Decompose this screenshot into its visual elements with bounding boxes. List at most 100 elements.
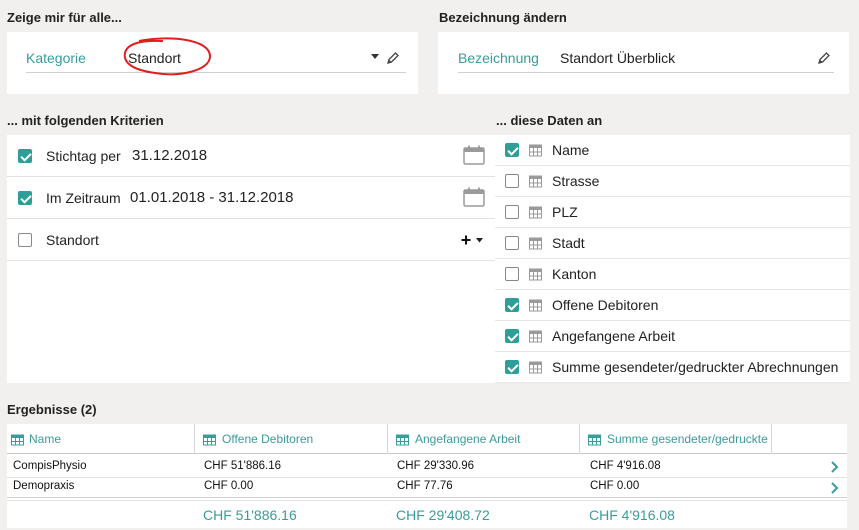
column-icon xyxy=(529,361,542,373)
data-field-label: Offene Debitoren xyxy=(552,297,659,313)
plus-icon[interactable] xyxy=(461,235,471,245)
calendar-icon[interactable] xyxy=(463,145,485,165)
chevron-right-icon[interactable] xyxy=(830,482,840,494)
checkbox[interactable] xyxy=(18,190,32,205)
column-icon xyxy=(529,175,542,187)
data-field-label: Kanton xyxy=(552,266,597,282)
data-field-item[interactable]: Strasse xyxy=(495,166,850,197)
column-header-label: Angefangene Arbeit xyxy=(415,432,521,446)
column-header-open-receivables[interactable]: Offene Debitoren xyxy=(195,424,388,454)
total-billed-sum: CHF 4'916.08 xyxy=(589,507,675,523)
data-field-item[interactable]: Kanton xyxy=(495,259,850,290)
show-for-title: Zeige mir für alle... xyxy=(7,10,122,25)
column-icon-wrap xyxy=(529,361,542,374)
column-header-work-in-progress[interactable]: Angefangene Arbeit xyxy=(388,424,580,454)
data-field-item[interactable]: Summe gesendeter/gedruckter Abrechnungen xyxy=(495,352,850,383)
category-field[interactable]: Kategorie Standort xyxy=(26,43,406,73)
column-icon-wrap xyxy=(529,175,542,188)
chevron-down-icon[interactable] xyxy=(371,54,379,60)
chevron-right-icon[interactable] xyxy=(830,461,840,473)
pencil-icon[interactable] xyxy=(817,51,831,65)
column-header-label: Summe gesendeter/gedruckte xyxy=(607,432,768,446)
name-field[interactable]: Bezeichnung Standort Überblick xyxy=(458,43,834,73)
checkbox[interactable] xyxy=(505,267,519,281)
table-column-icon xyxy=(203,434,216,445)
column-icon-wrap xyxy=(529,330,542,343)
cell-billed-sum: CHF 4'916.08 xyxy=(590,460,661,472)
cell-open-receivables: CHF 0.00 xyxy=(204,480,254,492)
column-icon-wrap xyxy=(529,268,542,281)
table-column-icon xyxy=(588,434,601,445)
pencil-icon[interactable] xyxy=(386,51,400,65)
checkbox[interactable] xyxy=(505,205,519,219)
criteria-row[interactable]: Im Zeitraum 01.01.2018 - 31.12.2018 xyxy=(7,177,495,219)
checkbox[interactable] xyxy=(505,174,519,188)
column-icon-wrap xyxy=(529,237,542,250)
data-field-item[interactable]: Offene Debitoren xyxy=(495,290,850,321)
column-icon-wrap xyxy=(529,144,542,157)
total-work-in-progress: CHF 29'408.72 xyxy=(396,507,490,523)
column-icon xyxy=(529,144,542,156)
rename-title: Bezeichnung ändern xyxy=(439,10,567,25)
criteria-row[interactable]: Standort xyxy=(7,219,495,261)
data-field-item[interactable]: Angefangene Arbeit xyxy=(495,321,850,352)
cell-work-in-progress: CHF 29'330.96 xyxy=(397,460,474,472)
data-title: ... diese Daten an xyxy=(496,113,603,128)
category-label: Kategorie xyxy=(26,49,86,66)
category-panel: Kategorie Standort xyxy=(7,32,418,94)
criteria-row[interactable]: Stichtag per 31.12.2018 xyxy=(7,135,495,177)
criteria-value[interactable]: 31.12.2018 xyxy=(132,147,207,164)
column-header-billed-sum[interactable]: Summe gesendeter/gedruckte xyxy=(580,424,772,454)
criteria-panel: Stichtag per 31.12.2018 Im Zeitraum 01.0… xyxy=(7,135,495,383)
cell-work-in-progress: CHF 77.76 xyxy=(397,480,453,492)
name-input[interactable]: Standort Überblick xyxy=(560,50,675,66)
column-icon xyxy=(529,268,542,280)
column-icon xyxy=(529,330,542,342)
cell-open-receivables: CHF 51'886.16 xyxy=(204,460,281,472)
cell-billed-sum: CHF 0.00 xyxy=(590,480,640,492)
criteria-label: Standort xyxy=(46,231,99,248)
checkbox[interactable] xyxy=(18,232,32,247)
table-row[interactable]: CompisPhysio CHF 51'886.16 CHF 29'330.96… xyxy=(7,456,847,477)
cell-name: Demopraxis xyxy=(13,480,75,492)
rename-panel: Bezeichnung Standort Überblick xyxy=(438,32,849,94)
data-field-label: Name xyxy=(552,142,590,158)
column-icon xyxy=(529,299,542,311)
cell-name: CompisPhysio xyxy=(13,460,87,472)
data-field-item[interactable]: Name xyxy=(495,135,850,166)
criteria-value[interactable]: 01.01.2018 - 31.12.2018 xyxy=(130,189,293,206)
table-column-icon xyxy=(11,434,24,445)
column-icon xyxy=(529,237,542,249)
data-field-label: Summe gesendeter/gedruckter Abrechnungen xyxy=(552,359,839,375)
data-field-label: Angefangene Arbeit xyxy=(552,328,675,344)
data-field-label: Stadt xyxy=(552,235,585,251)
criteria-title: ... mit folgenden Kriterien xyxy=(7,113,164,128)
checkbox[interactable] xyxy=(505,298,519,312)
column-header-name[interactable]: Name xyxy=(7,424,195,454)
totals-divider xyxy=(7,500,847,501)
criteria-label: Stichtag per xyxy=(46,147,121,164)
table-row[interactable]: Demopraxis CHF 0.00 CHF 77.76 CHF 0.00 xyxy=(7,478,847,499)
data-field-item[interactable]: PLZ xyxy=(495,197,850,228)
table-column-icon xyxy=(396,434,409,445)
results-title: Ergebnisse (2) xyxy=(7,402,97,417)
results-table: Name Offene Debitoren Angefangene Arbeit… xyxy=(7,424,847,528)
data-field-label: Strasse xyxy=(552,173,600,189)
data-field-item[interactable]: Stadt xyxy=(495,228,850,259)
data-panel: Name Strasse PLZ Stadt Kanton Offene Debitore… xyxy=(495,135,850,383)
column-icon xyxy=(529,206,542,218)
column-header-label: Offene Debitoren xyxy=(222,432,314,446)
totals-divider xyxy=(7,497,847,498)
checkbox[interactable] xyxy=(18,148,32,163)
column-header-label: Name xyxy=(29,432,62,446)
checkbox[interactable] xyxy=(505,236,519,250)
checkbox[interactable] xyxy=(505,143,519,157)
name-label: Bezeichnung xyxy=(458,49,539,66)
chevron-down-icon[interactable] xyxy=(476,238,483,243)
data-field-label: PLZ xyxy=(552,204,578,220)
checkbox[interactable] xyxy=(505,329,519,343)
calendar-icon[interactable] xyxy=(463,187,485,207)
checkbox[interactable] xyxy=(505,360,519,374)
criteria-label: Im Zeitraum xyxy=(46,189,121,206)
results-header: Name Offene Debitoren Angefangene Arbeit… xyxy=(7,424,847,454)
